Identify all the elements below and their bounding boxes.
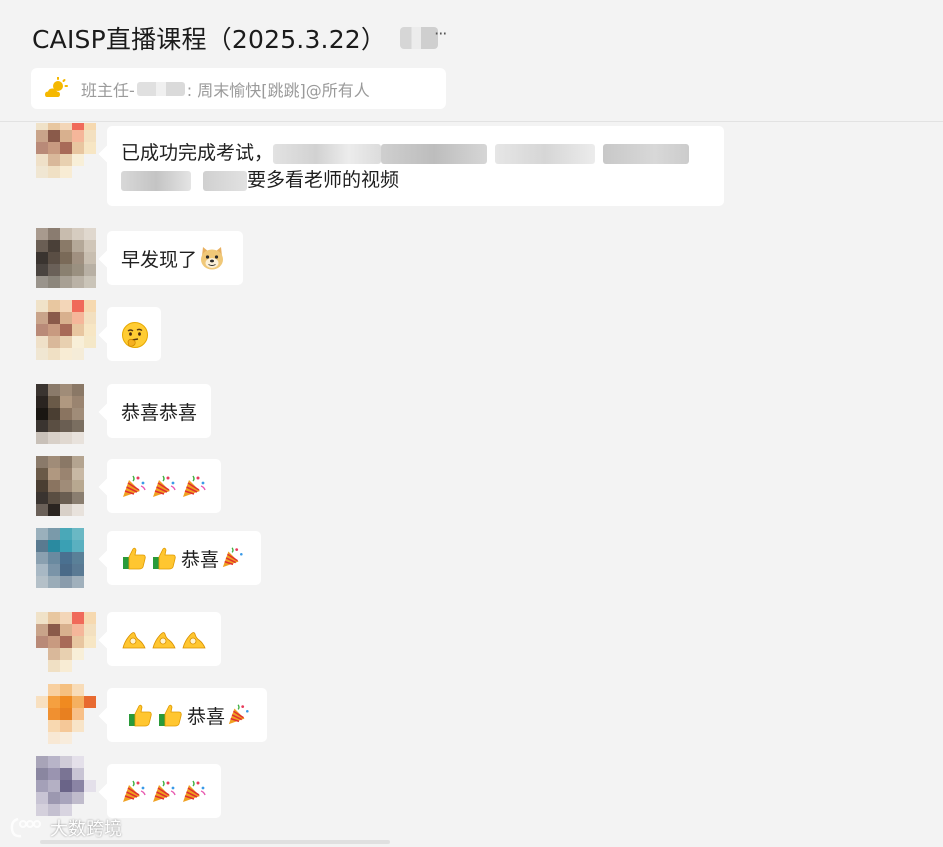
thinking-face-icon [121,321,148,348]
party-popper-icon [181,778,207,804]
message-bubble[interactable]: 早发现了 [107,231,244,285]
message-bubble[interactable] [107,764,221,818]
chat-message [36,456,221,516]
message-list[interactable]: 已成功完成考试， 要多看老师的视频 早发现了 恭喜恭喜 恭喜 恭喜 [0,123,943,847]
ok-hand-icon [151,626,177,652]
sun-cloud-icon [43,76,69,101]
avatar[interactable] [36,384,96,444]
group-announcement[interactable]: 班主任- : 周末愉快[跳跳]@所有人 [31,68,446,109]
party-popper-icon [151,473,177,499]
message-text: 早发现了 [121,248,198,271]
watermark-logo-icon [8,815,46,841]
avatar[interactable] [36,228,96,288]
watermark: 大数跨境 [8,815,122,841]
chat-message [36,612,221,672]
avatar[interactable] [36,528,96,588]
message-bubble[interactable]: 已成功完成考试， 要多看老师的视频 [107,126,724,206]
message-bubble[interactable] [107,459,221,513]
chat-message: 恭喜恭喜 [36,384,212,444]
avatar[interactable] [36,612,96,672]
author-name-blurred [136,81,185,96]
avatar[interactable] [36,300,96,360]
redacted-text [603,143,690,164]
avatar[interactable] [36,456,96,516]
redacted-text [203,170,247,191]
redacted-text [121,170,191,191]
message-text: 恭喜 [187,705,226,728]
doge-icon [199,245,225,271]
announcement-author-label: 班主任- [81,80,135,100]
party-popper-icon [227,702,253,728]
message-bubble[interactable] [107,307,161,361]
announcement-text: : 周末愉快[跳跳]@所有人 [186,80,370,100]
chat-message: 恭喜 [36,684,268,744]
message-text: 恭喜 [181,548,220,571]
ok-hand-icon [181,626,207,652]
message-text: 已成功完成考试， [121,142,274,164]
chat-message: 早发现了 [36,228,244,288]
message-text: 恭喜恭喜 [121,401,198,424]
avatar[interactable] [36,684,96,744]
redacted-text [381,143,488,164]
ok-hand-icon [121,626,147,652]
chat-message: 恭喜 [36,528,262,588]
message-bubble[interactable] [107,612,221,666]
message-text: 要多看老师的视频 [247,169,400,191]
message-bubble[interactable]: 恭喜 [107,688,268,742]
watermark-text: 大数跨境 [50,819,122,840]
message-bubble[interactable]: 恭喜 [107,531,262,585]
party-popper-icon [121,473,147,499]
horizontal-scrollbar[interactable] [40,840,390,844]
chat-message: 已成功完成考试， 要多看老师的视频 [36,123,724,206]
avatar[interactable] [36,756,96,816]
party-popper-icon [121,778,147,804]
avatar[interactable] [36,123,96,178]
redacted-text [273,143,382,164]
chat-message [36,756,221,818]
chat-message [36,300,161,361]
redacted-text [495,143,596,164]
party-popper-icon [151,778,177,804]
title-row: CAISP直播课程（2025.3.22） ··· [32,20,447,56]
group-title[interactable]: CAISP直播课程（2025.3.22） [32,20,386,56]
more-icon[interactable]: ··· [434,24,447,43]
thumbs-up-icon [151,545,177,571]
party-popper-icon [181,473,207,499]
party-popper-icon [221,545,247,571]
thumbs-up-icon [127,702,153,728]
message-bubble[interactable]: 恭喜恭喜 [107,384,212,438]
member-count-blurred [400,27,439,49]
chat-header: CAISP直播课程（2025.3.22） ··· 班主任- : 周末愉快[跳跳]… [0,0,943,122]
thumbs-up-icon [157,702,183,728]
thumbs-up-icon [121,545,147,571]
